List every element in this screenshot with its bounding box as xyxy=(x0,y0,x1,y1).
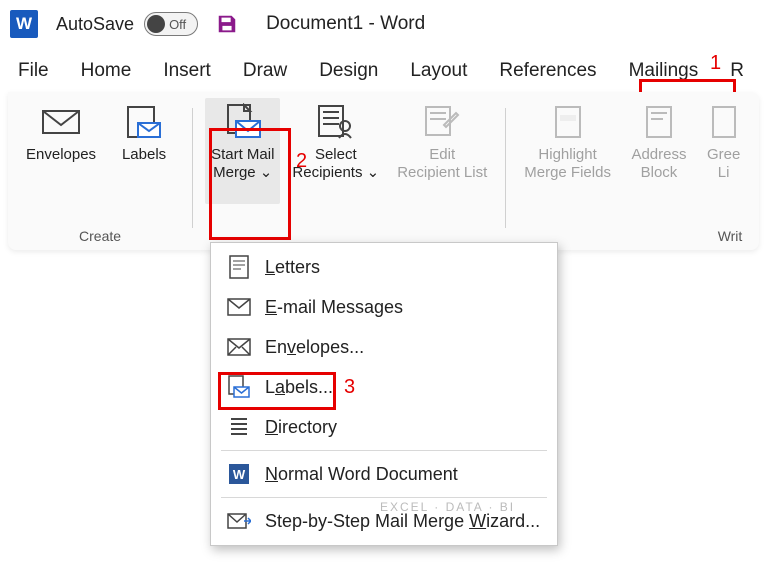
start-mail-merge-menu: LLettersetters E-mail MessagesE-mail Mes… xyxy=(210,242,558,546)
group-create: Envelopes Labels Create xyxy=(12,98,188,250)
start-mail-merge-icon xyxy=(224,102,262,142)
autosave-toggle[interactable]: Off xyxy=(144,12,198,36)
document-title: Document1 - Word xyxy=(266,13,425,35)
labels-icon xyxy=(126,102,162,142)
tab-insert[interactable]: Insert xyxy=(163,60,211,82)
menu-item-directory[interactable]: DirectoryDirectory xyxy=(211,407,557,447)
annotation-number-2: 2 xyxy=(296,150,307,173)
separator xyxy=(192,108,193,228)
greeting-line-label: Gree Li xyxy=(707,146,740,182)
menu-labels-label: Labels...Labels... xyxy=(265,377,333,398)
menu-normal-label: Normal Word DocumentNormal Word Document xyxy=(265,464,458,485)
titlebar: W AutoSave Off Document1 - Word xyxy=(0,0,767,48)
letters-icon xyxy=(227,255,251,279)
menu-envelopes-label: Envelopes...Envelopes... xyxy=(265,337,364,358)
tab-file[interactable]: File xyxy=(18,60,49,82)
group-create-label: Create xyxy=(79,228,121,250)
tab-design[interactable]: Design xyxy=(319,60,378,82)
group-start-mail-merge: Start Mail Merge ⌄ Select Recipients ⌄ E… xyxy=(197,98,501,250)
menu-letters-label: LLettersetters xyxy=(265,257,320,278)
menu-wizard-label: Step-by-Step Mail Merge Wizard...Step-by… xyxy=(265,511,540,532)
start-mail-merge-button[interactable]: Start Mail Merge ⌄ xyxy=(205,98,280,204)
group-write-insert: Highlight Merge Fields Address Block Gre… xyxy=(510,98,754,250)
annotation-number-3: 3 xyxy=(344,376,355,399)
labels-menu-icon xyxy=(227,375,251,399)
tab-home[interactable]: Home xyxy=(81,60,132,82)
menu-item-envelopes[interactable]: Envelopes...Envelopes... xyxy=(211,327,557,367)
menu-item-wizard[interactable]: Step-by-Step Mail Merge Wizard...Step-by… xyxy=(211,501,557,541)
annotation-number-1: 1 xyxy=(710,52,721,75)
ribbon-tabs: File Home Insert Draw Design Layout Refe… xyxy=(0,48,767,92)
svg-text:W: W xyxy=(233,467,246,482)
tab-draw[interactable]: Draw xyxy=(243,60,287,82)
envelopes-button[interactable]: Envelopes xyxy=(20,98,102,204)
address-block-label: Address Block xyxy=(631,146,686,182)
menu-separator xyxy=(221,497,547,498)
toggle-state-text: Off xyxy=(169,17,186,32)
greeting-line-button: Gree Li xyxy=(701,98,746,204)
menu-item-normal-doc[interactable]: W Normal Word DocumentNormal Word Docume… xyxy=(211,454,557,494)
highlight-merge-fields-label: Highlight Merge Fields xyxy=(524,146,611,182)
envelopes-menu-icon xyxy=(227,335,251,359)
tab-references[interactable]: References xyxy=(499,60,596,82)
save-icon[interactable] xyxy=(216,13,238,35)
ribbon-mailings: Envelopes Labels Create Start Mail Merge… xyxy=(8,92,759,250)
group-write-label: Writ xyxy=(718,228,747,250)
envelope-icon xyxy=(41,102,81,142)
select-recipients-icon xyxy=(317,102,355,142)
menu-separator xyxy=(221,450,547,451)
labels-label: Labels xyxy=(122,146,166,164)
highlight-merge-fields-icon xyxy=(552,102,584,142)
menu-item-labels[interactable]: Labels...Labels... xyxy=(211,367,557,407)
directory-icon xyxy=(227,415,251,439)
separator xyxy=(505,108,506,228)
menu-item-letters[interactable]: LLettersetters xyxy=(211,247,557,287)
word-app-icon: W xyxy=(10,10,38,38)
labels-button[interactable]: Labels xyxy=(108,98,180,204)
autosave-label: AutoSave xyxy=(56,14,134,35)
greeting-line-icon xyxy=(711,102,737,142)
menu-directory-label: DirectoryDirectory xyxy=(265,417,337,438)
highlight-merge-fields-button: Highlight Merge Fields xyxy=(518,98,617,204)
tab-layout[interactable]: Layout xyxy=(410,60,467,82)
email-icon xyxy=(227,295,251,319)
start-mail-merge-label: Start Mail Merge ⌄ xyxy=(211,146,274,182)
envelopes-label: Envelopes xyxy=(26,146,96,164)
word-doc-icon: W xyxy=(227,462,251,486)
address-block-icon xyxy=(643,102,675,142)
edit-recipient-list-label: Edit Recipient List xyxy=(397,146,487,182)
edit-recipient-list-button: Edit Recipient List xyxy=(391,98,493,204)
menu-item-email[interactable]: E-mail MessagesE-mail Messages xyxy=(211,287,557,327)
address-block-button: Address Block xyxy=(623,98,695,204)
edit-recipient-list-icon xyxy=(424,102,460,142)
wizard-icon xyxy=(227,509,251,533)
tab-review-partial[interactable]: R xyxy=(730,60,744,82)
menu-email-label: E-mail MessagesE-mail Messages xyxy=(265,297,403,318)
tab-mailings[interactable]: Mailings xyxy=(629,60,699,82)
autosave-control[interactable]: AutoSave Off xyxy=(56,12,198,36)
toggle-knob-icon xyxy=(147,15,165,33)
